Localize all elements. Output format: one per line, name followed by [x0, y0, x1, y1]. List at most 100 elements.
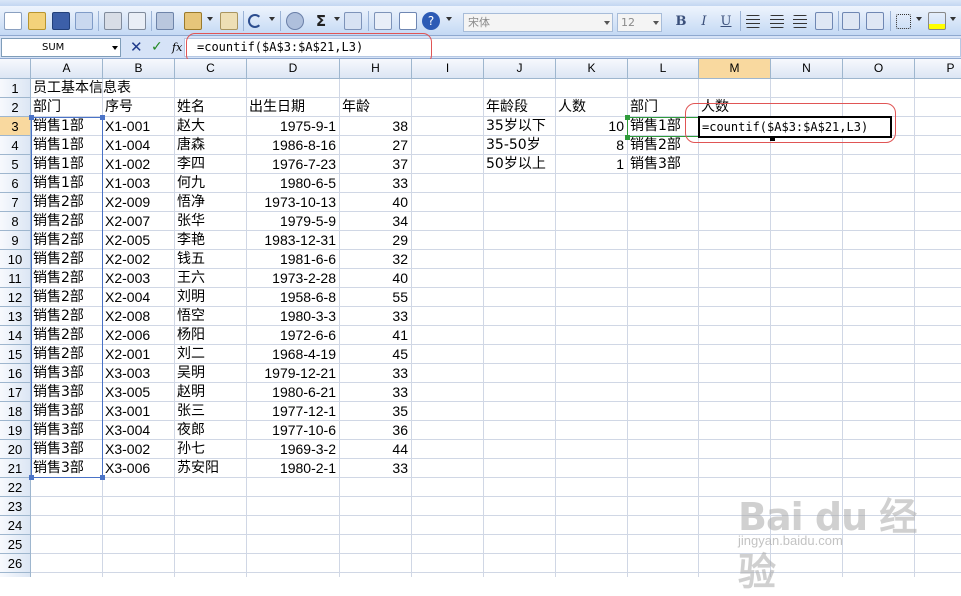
cell-birthdate[interactable]: 1986-8-16: [249, 136, 336, 155]
cell-id[interactable]: X1-001: [105, 117, 150, 136]
format-painter-icon[interactable]: [220, 12, 238, 30]
dept-table-header[interactable]: 部门: [630, 98, 658, 117]
cell-name[interactable]: 刘明: [177, 288, 205, 307]
cell-birthdate[interactable]: 1968-4-19: [249, 345, 336, 364]
cell-birthdate[interactable]: 1980-2-1: [249, 459, 336, 478]
paste-dropdown-icon[interactable]: [207, 17, 213, 21]
cell-id[interactable]: X2-008: [105, 307, 150, 326]
cell-age[interactable]: 33: [342, 383, 408, 402]
cell-name[interactable]: 杨阳: [177, 326, 205, 345]
cell-name[interactable]: 赵明: [177, 383, 205, 402]
row-header-8[interactable]: 8: [0, 212, 30, 231]
column-header-p[interactable]: P: [915, 59, 961, 78]
column-header-c[interactable]: C: [175, 59, 247, 78]
cell-id[interactable]: X2-007: [105, 212, 150, 231]
cell-name[interactable]: 吴明: [177, 364, 205, 383]
borders-icon[interactable]: [896, 14, 911, 29]
merge-center-icon[interactable]: [815, 12, 833, 30]
cell-name[interactable]: 悟净: [177, 193, 205, 212]
age-table-header[interactable]: 人数: [558, 98, 586, 117]
cell-name[interactable]: 夜郎: [177, 421, 205, 440]
enter-entry-icon[interactable]: ✓: [151, 38, 163, 56]
cell-age[interactable]: 41: [342, 326, 408, 345]
column-label[interactable]: 姓名: [177, 98, 205, 117]
autosum-icon[interactable]: Σ: [312, 12, 330, 30]
row-header-16[interactable]: 16: [0, 364, 30, 383]
row-header-3[interactable]: 3: [0, 117, 30, 136]
borders-dropdown-icon[interactable]: [916, 17, 922, 21]
column-header-k[interactable]: K: [556, 59, 628, 78]
cell-id[interactable]: X2-002: [105, 250, 150, 269]
cell-birthdate[interactable]: 1973-2-28: [249, 269, 336, 288]
paste-icon[interactable]: [184, 12, 202, 30]
cell-age[interactable]: 34: [342, 212, 408, 231]
cell-age[interactable]: 44: [342, 440, 408, 459]
open-folder-icon[interactable]: [28, 12, 46, 30]
age-bracket-count[interactable]: 10: [558, 117, 624, 136]
row-header-9[interactable]: 9: [0, 231, 30, 250]
row-header-26[interactable]: 26: [0, 554, 30, 573]
age-bracket-label[interactable]: 50岁以上: [486, 155, 546, 174]
help-icon[interactable]: ?: [422, 12, 440, 30]
cell-name[interactable]: 张三: [177, 402, 205, 421]
cell-id[interactable]: X2-004: [105, 288, 150, 307]
row-header-1[interactable]: 1: [0, 79, 30, 98]
column-header-o[interactable]: O: [843, 59, 915, 78]
cell-id[interactable]: X3-004: [105, 421, 150, 440]
cell-id[interactable]: X2-003: [105, 269, 150, 288]
column-header-j[interactable]: J: [484, 59, 556, 78]
column-header-b[interactable]: B: [103, 59, 175, 78]
cell-name[interactable]: 苏安阳: [177, 459, 219, 478]
cell-age[interactable]: 33: [342, 307, 408, 326]
cell-name[interactable]: 赵大: [177, 117, 205, 136]
insert-function-icon[interactable]: fx: [172, 39, 182, 56]
cell-birthdate[interactable]: 1958-6-8: [249, 288, 336, 307]
column-header-a[interactable]: A: [31, 59, 103, 78]
cell-id[interactable]: X2-001: [105, 345, 150, 364]
cell-birthdate[interactable]: 1980-6-5: [249, 174, 336, 193]
column-label[interactable]: 部门: [33, 98, 61, 117]
age-bracket-count[interactable]: 1: [558, 155, 624, 174]
row-header-7[interactable]: 7: [0, 193, 30, 212]
cell-birthdate[interactable]: 1972-6-6: [249, 326, 336, 345]
autosum-dropdown-icon[interactable]: [334, 17, 340, 21]
cell-name[interactable]: 钱五: [177, 250, 205, 269]
currency-icon[interactable]: [842, 12, 860, 30]
column-header-h[interactable]: H: [340, 59, 412, 78]
print-icon[interactable]: [104, 12, 122, 30]
cell-name[interactable]: 张华: [177, 212, 205, 231]
cell-birthdate[interactable]: 1983-12-31: [249, 231, 336, 250]
cancel-entry-icon[interactable]: ✕: [130, 38, 143, 56]
cell-birthdate[interactable]: 1976-7-23: [249, 155, 336, 174]
column-label[interactable]: 序号: [105, 98, 133, 117]
row-header-25[interactable]: 25: [0, 535, 30, 554]
save-icon[interactable]: [52, 12, 70, 30]
undo-dropdown-icon[interactable]: [269, 17, 275, 21]
range-handle[interactable]: [29, 115, 34, 120]
underline-button[interactable]: U: [718, 14, 734, 30]
row-header-21[interactable]: 21: [0, 459, 30, 478]
font-size-select[interactable]: 12: [617, 13, 662, 32]
row-header-24[interactable]: 24: [0, 516, 30, 535]
cell-id[interactable]: X2-009: [105, 193, 150, 212]
zoom-icon[interactable]: [399, 12, 417, 30]
research-icon[interactable]: [156, 12, 174, 30]
cell-age[interactable]: 33: [342, 459, 408, 478]
row-header-5[interactable]: 5: [0, 155, 30, 174]
percent-icon[interactable]: [866, 12, 884, 30]
column-label[interactable]: 出生日期: [249, 98, 305, 117]
cell-name[interactable]: 李艳: [177, 231, 205, 250]
range-handle[interactable]: [29, 475, 34, 480]
row-header-12[interactable]: 12: [0, 288, 30, 307]
cell-id[interactable]: X3-006: [105, 459, 150, 478]
sheet-title[interactable]: 员工基本信息表: [33, 79, 131, 98]
permission-icon[interactable]: [75, 12, 93, 30]
range-handle[interactable]: [100, 115, 105, 120]
cell-id[interactable]: X2-005: [105, 231, 150, 250]
row-header-19[interactable]: 19: [0, 421, 30, 440]
cell-birthdate[interactable]: 1979-12-21: [249, 364, 336, 383]
font-name-select[interactable]: 宋体: [463, 13, 613, 32]
row-header-4[interactable]: 4: [0, 136, 30, 155]
toolbar-options-icon[interactable]: [446, 17, 452, 21]
cell-birthdate[interactable]: 1980-6-21: [249, 383, 336, 402]
